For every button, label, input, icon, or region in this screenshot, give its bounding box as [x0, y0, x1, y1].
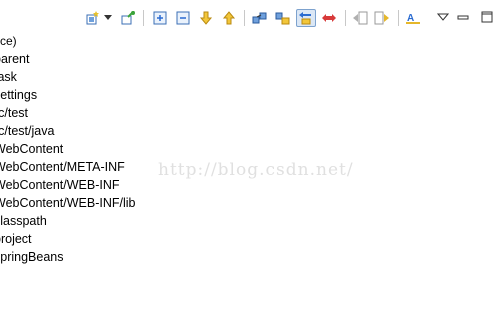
list-item[interactable]: settings: [0, 86, 141, 104]
list-item[interactable]: WebContent/WEB-INF: [0, 176, 141, 194]
toolbar-separator: [345, 10, 346, 26]
panel-header: ce): [0, 34, 17, 48]
sync-icon[interactable]: [296, 9, 316, 27]
list-item[interactable]: classpath: [0, 212, 141, 230]
list-item[interactable]: WebContent/WEB-INF/lib: [0, 194, 141, 212]
remove-icon[interactable]: [320, 9, 338, 27]
list-item[interactable]: springBeans: [0, 248, 141, 266]
list-item-label: project: [0, 232, 32, 246]
pin-icon[interactable]: [119, 9, 137, 27]
list-item-label: task: [0, 70, 17, 84]
back-icon[interactable]: [351, 9, 369, 27]
dropdown-arrow-icon[interactable]: [102, 9, 114, 27]
expand-all-icon[interactable]: [151, 9, 169, 27]
move-down-icon[interactable]: [197, 9, 215, 27]
toolbar-separator: [143, 10, 144, 26]
maximize-icon[interactable]: [481, 10, 493, 28]
view-toolbar: A: [0, 0, 504, 36]
collapse-all-icon[interactable]: [174, 9, 192, 27]
forward-icon[interactable]: [373, 9, 391, 27]
file-tree: parent task settings rc/test rc/test/jav…: [0, 50, 141, 266]
list-item-label: rc/test/java: [0, 124, 55, 138]
list-item-label: classpath: [0, 214, 47, 228]
list-item-label: parent: [0, 52, 30, 66]
list-item-label: WebContent/WEB-INF/lib: [0, 196, 136, 210]
list-item-label: settings: [0, 88, 38, 102]
view-menu-icon[interactable]: [436, 10, 450, 28]
list-item[interactable]: WebContent/META-INF: [0, 158, 141, 176]
list-item[interactable]: project: [0, 230, 141, 248]
new-type-icon[interactable]: [84, 9, 102, 27]
list-item-label: WebContent/WEB-INF: [0, 178, 120, 192]
filter-icon[interactable]: [274, 9, 292, 27]
list-item[interactable]: WebContent: [0, 140, 141, 158]
move-up-icon[interactable]: [220, 9, 238, 27]
link-icon[interactable]: [251, 9, 269, 27]
watermark-text: http://blog.csdn.net/: [158, 160, 354, 180]
text-icon[interactable]: A: [404, 9, 422, 27]
list-item[interactable]: task: [0, 68, 141, 86]
list-item[interactable]: rc/test/java: [0, 122, 141, 140]
minimize-icon[interactable]: [457, 10, 469, 28]
list-item-label: rc/test: [0, 106, 29, 120]
toolbar-separator: [244, 10, 245, 26]
list-item-label: springBeans: [0, 250, 64, 264]
list-item-label: WebContent: [0, 142, 64, 156]
list-item[interactable]: rc/test: [0, 104, 141, 122]
list-item[interactable]: parent: [0, 50, 141, 68]
list-item-label: WebContent/META-INF: [0, 160, 125, 174]
toolbar-separator: [398, 10, 399, 26]
